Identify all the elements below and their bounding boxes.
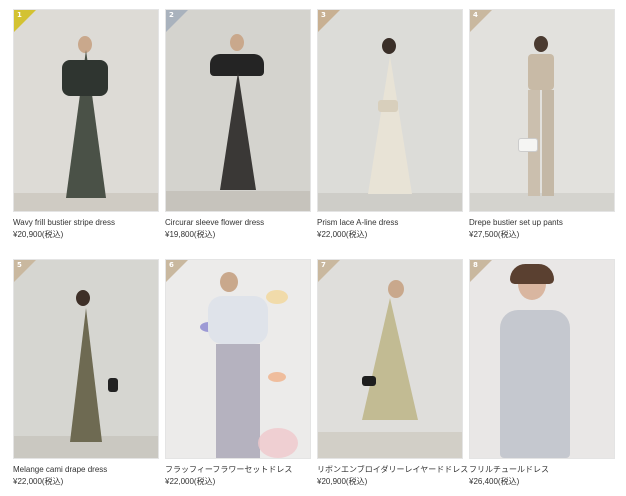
rank-number-8: 8 <box>473 261 478 269</box>
floral-blouse <box>208 296 268 344</box>
rank-number-2: 2 <box>169 11 174 19</box>
product-image-3[interactable]: 3 <box>317 9 463 212</box>
product-name-3[interactable]: Prism lace A-line dress <box>317 218 463 228</box>
product-name-5[interactable]: Melange cami drape dress <box>13 465 159 475</box>
product-name-6[interactable]: フラッフィーフラワーセットドレス <box>165 465 311 475</box>
product-price-7: ¥20,900(税込) <box>317 477 368 486</box>
dress-skirt-6 <box>216 344 260 458</box>
black-handbag <box>108 378 118 392</box>
tulle-dress <box>500 310 570 458</box>
product-card-3[interactable]: 3 Prism lace A-line dress ¥22,000(税込) <box>317 9 463 240</box>
product-image-7[interactable]: 7 <box>317 259 463 459</box>
rank-number-6: 6 <box>169 261 174 269</box>
product-ranking-grid: 1 Wavy frill bustier stripe dress ¥20,90… <box>0 0 626 496</box>
product-image-2[interactable]: 2 <box>165 9 311 212</box>
product-image-1[interactable]: 1 <box>13 9 159 212</box>
product-card-4[interactable]: 4 Drepe bustier set up pants ¥27,500(税込) <box>469 9 615 240</box>
product-card-5[interactable]: 5 Melange cami drape dress ¥22,000(税込) <box>13 259 159 487</box>
product-card-8[interactable]: 8 フリルチュールドレス ¥26,400(税込) <box>469 259 615 487</box>
rank-number-3: 3 <box>321 11 326 19</box>
dress-figure-3 <box>368 56 412 194</box>
product-name-1[interactable]: Wavy frill bustier stripe dress <box>13 218 159 228</box>
dress-figure-7 <box>362 298 418 420</box>
white-handbag <box>518 138 538 152</box>
product-price-3: ¥22,000(税込) <box>317 230 368 239</box>
product-card-7[interactable]: 7 リボンエンブロイダリーレイヤードドレス ¥20,900(税込) <box>317 259 468 487</box>
product-price-5: ¥22,000(税込) <box>13 477 64 486</box>
product-image-8[interactable]: 8 <box>469 259 615 459</box>
product-price-4: ¥27,500(税込) <box>469 230 520 239</box>
product-name-2[interactable]: Circurar sleeve flower dress <box>165 218 311 228</box>
black-clutch <box>362 376 376 386</box>
product-image-5[interactable]: 5 <box>13 259 159 459</box>
bustier-top <box>528 54 554 90</box>
product-image-4[interactable]: 4 <box>469 9 615 212</box>
product-card-1[interactable]: 1 Wavy frill bustier stripe dress ¥20,90… <box>13 9 159 240</box>
rank-number-7: 7 <box>321 261 326 269</box>
product-card-6[interactable]: 6 フラッフィーフラワーセットドレス ¥22,000(税込) <box>165 259 311 487</box>
product-price-1: ¥20,900(税込) <box>13 230 64 239</box>
product-price-2: ¥19,800(税込) <box>165 230 216 239</box>
rank-number-1: 1 <box>17 11 22 19</box>
product-image-6[interactable]: 6 <box>165 259 311 459</box>
product-name-4[interactable]: Drepe bustier set up pants <box>469 218 615 228</box>
dress-figure-5 <box>70 308 102 442</box>
rank-number-4: 4 <box>473 11 478 19</box>
rank-number-5: 5 <box>17 261 22 269</box>
product-card-2[interactable]: 2 Circurar sleeve flower dress ¥19,800(税… <box>165 9 311 240</box>
product-price-8: ¥26,400(税込) <box>469 477 520 486</box>
dress-figure-2 <box>220 72 256 190</box>
product-name-8[interactable]: フリルチュールドレス <box>469 465 615 475</box>
product-price-6: ¥22,000(税込) <box>165 477 216 486</box>
product-name-7[interactable]: リボンエンブロイダリーレイヤードドレス <box>317 465 468 475</box>
